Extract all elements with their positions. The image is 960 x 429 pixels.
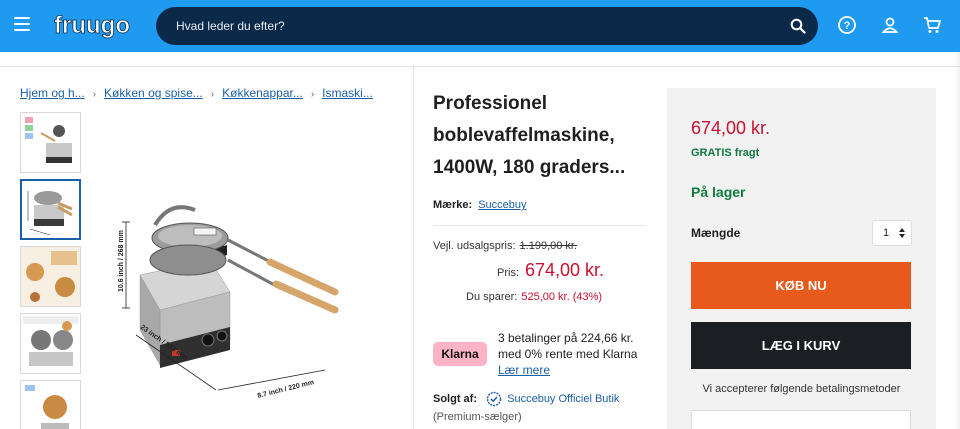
thumbnail-4[interactable] — [20, 313, 81, 374]
price-row: Pris: 674,00 kr. — [497, 260, 604, 281]
rrp-value: 1.199,00 kr. — [519, 240, 578, 252]
payment-methods-text: Vi accepterer følgende betalingsmetoder — [702, 383, 901, 395]
help-icon[interactable]: ? — [837, 15, 857, 35]
quantity-select[interactable]: 1 — [872, 220, 912, 246]
thumbnail-1[interactable] — [20, 112, 81, 173]
klarna-line-1: 3 betalinger på 224,66 kr. — [498, 331, 634, 345]
seller-type: (Premium-sælger) — [433, 411, 522, 423]
breadcrumb-appliances[interactable]: Køkkenappar... — [222, 86, 303, 100]
breadcrumb-home[interactable]: Hjem og h... — [20, 86, 85, 100]
top-header: fruugo ? — [0, 0, 960, 52]
search-icon[interactable] — [790, 18, 806, 34]
buy-now-button[interactable]: KØB NU — [691, 262, 911, 309]
shipping-info: GRATIS fragt — [691, 147, 760, 159]
savings-row: Du sparer: 525,00 kr. (43%) — [466, 291, 602, 303]
thumbnail-2[interactable] — [20, 179, 81, 240]
rrp-row: Vejl. udsalgspris: 1.199,00 kr. — [433, 240, 577, 252]
height-dimension-label: 10.6 inch / 268 mm — [118, 230, 125, 292]
savings-label: Du sparer: — [466, 291, 518, 303]
brand-link[interactable]: Succebuy — [478, 199, 526, 211]
account-icon[interactable] — [880, 15, 900, 35]
price-value: 674,00 kr. — [525, 260, 605, 280]
column-divider — [413, 67, 414, 429]
quantity-value: 1 — [883, 227, 890, 239]
purchase-panel: 674,00 kr. GRATIS fragt På lager Mængde … — [667, 88, 936, 429]
price-divider — [433, 225, 646, 226]
stock-status: På lager — [691, 184, 746, 200]
menu-icon[interactable] — [14, 17, 30, 31]
seller-row: Solgt af: Succebuy Officiel Butik — [433, 391, 619, 407]
panel-price: 674,00 kr. — [691, 118, 771, 138]
svg-text:?: ? — [844, 20, 851, 32]
scroll-edge — [954, 52, 960, 429]
savings-value: 525,00 kr. (43%) — [521, 291, 603, 303]
brand-label: Mærke: — [433, 199, 473, 211]
brand-row: Mærke: Succebuy — [433, 199, 527, 211]
header-divider — [0, 66, 960, 67]
seller-label: Solgt af: — [433, 392, 477, 405]
klarna-line-2: med 0% rente med Klarna — [498, 347, 638, 361]
product-image[interactable]: 10.6 inch / 268 mm 23 inch / 583 mm 8.7 … — [110, 180, 360, 410]
thumbnail-5[interactable] — [20, 380, 81, 429]
thumbnail-list — [20, 112, 81, 429]
chevron-right-icon: › — [92, 89, 97, 100]
search-bar — [156, 7, 818, 45]
klarna-offer: Klarna 3 betalinger på 224,66 kr. med 0%… — [433, 326, 646, 380]
thumbnail-3[interactable] — [20, 246, 81, 307]
product-title-line-1: Professionel — [433, 93, 548, 114]
verified-icon — [486, 391, 502, 407]
fruugo-logo[interactable]: fruugo — [52, 9, 134, 43]
payment-methods-box — [691, 410, 911, 429]
select-arrows-icon — [899, 228, 905, 238]
breadcrumb: Hjem og h... › Køkken og spise... › Køkkenap… — [20, 86, 373, 100]
search-input[interactable] — [176, 7, 776, 45]
svg-text:fruugo: fruugo — [54, 12, 130, 39]
price-label: Pris: — [497, 267, 519, 279]
chevron-right-icon: › — [210, 89, 215, 100]
cart-icon[interactable] — [922, 15, 942, 35]
quantity-label: Mængde — [691, 226, 741, 240]
product-title-line-2: boblevaffelmaskine, — [433, 125, 615, 146]
chevron-right-icon: › — [310, 89, 315, 100]
klarna-logo: Klarna — [433, 342, 487, 366]
breadcrumb-ice-machines[interactable]: Ismaski... — [322, 86, 373, 100]
rrp-label: Vejl. udsalgspris: — [433, 240, 516, 252]
seller-link[interactable]: Succebuy Officiel Butik — [507, 393, 619, 405]
add-to-cart-button[interactable]: LÆG I KURV — [691, 322, 911, 369]
klarna-learn-more-link[interactable]: Lær mere — [498, 363, 550, 377]
product-title-line-3: 1400W, 180 graders... — [433, 157, 626, 178]
klarna-text: 3 betalinger på 224,66 kr. med 0% rente … — [498, 330, 637, 378]
width-dimension-label: 8.7 inch / 220 mm — [257, 379, 315, 400]
breadcrumb-kitchen[interactable]: Køkken og spise... — [104, 86, 203, 100]
product-title: Professionel boblevaffelmaskine, 1400W, … — [433, 88, 653, 184]
